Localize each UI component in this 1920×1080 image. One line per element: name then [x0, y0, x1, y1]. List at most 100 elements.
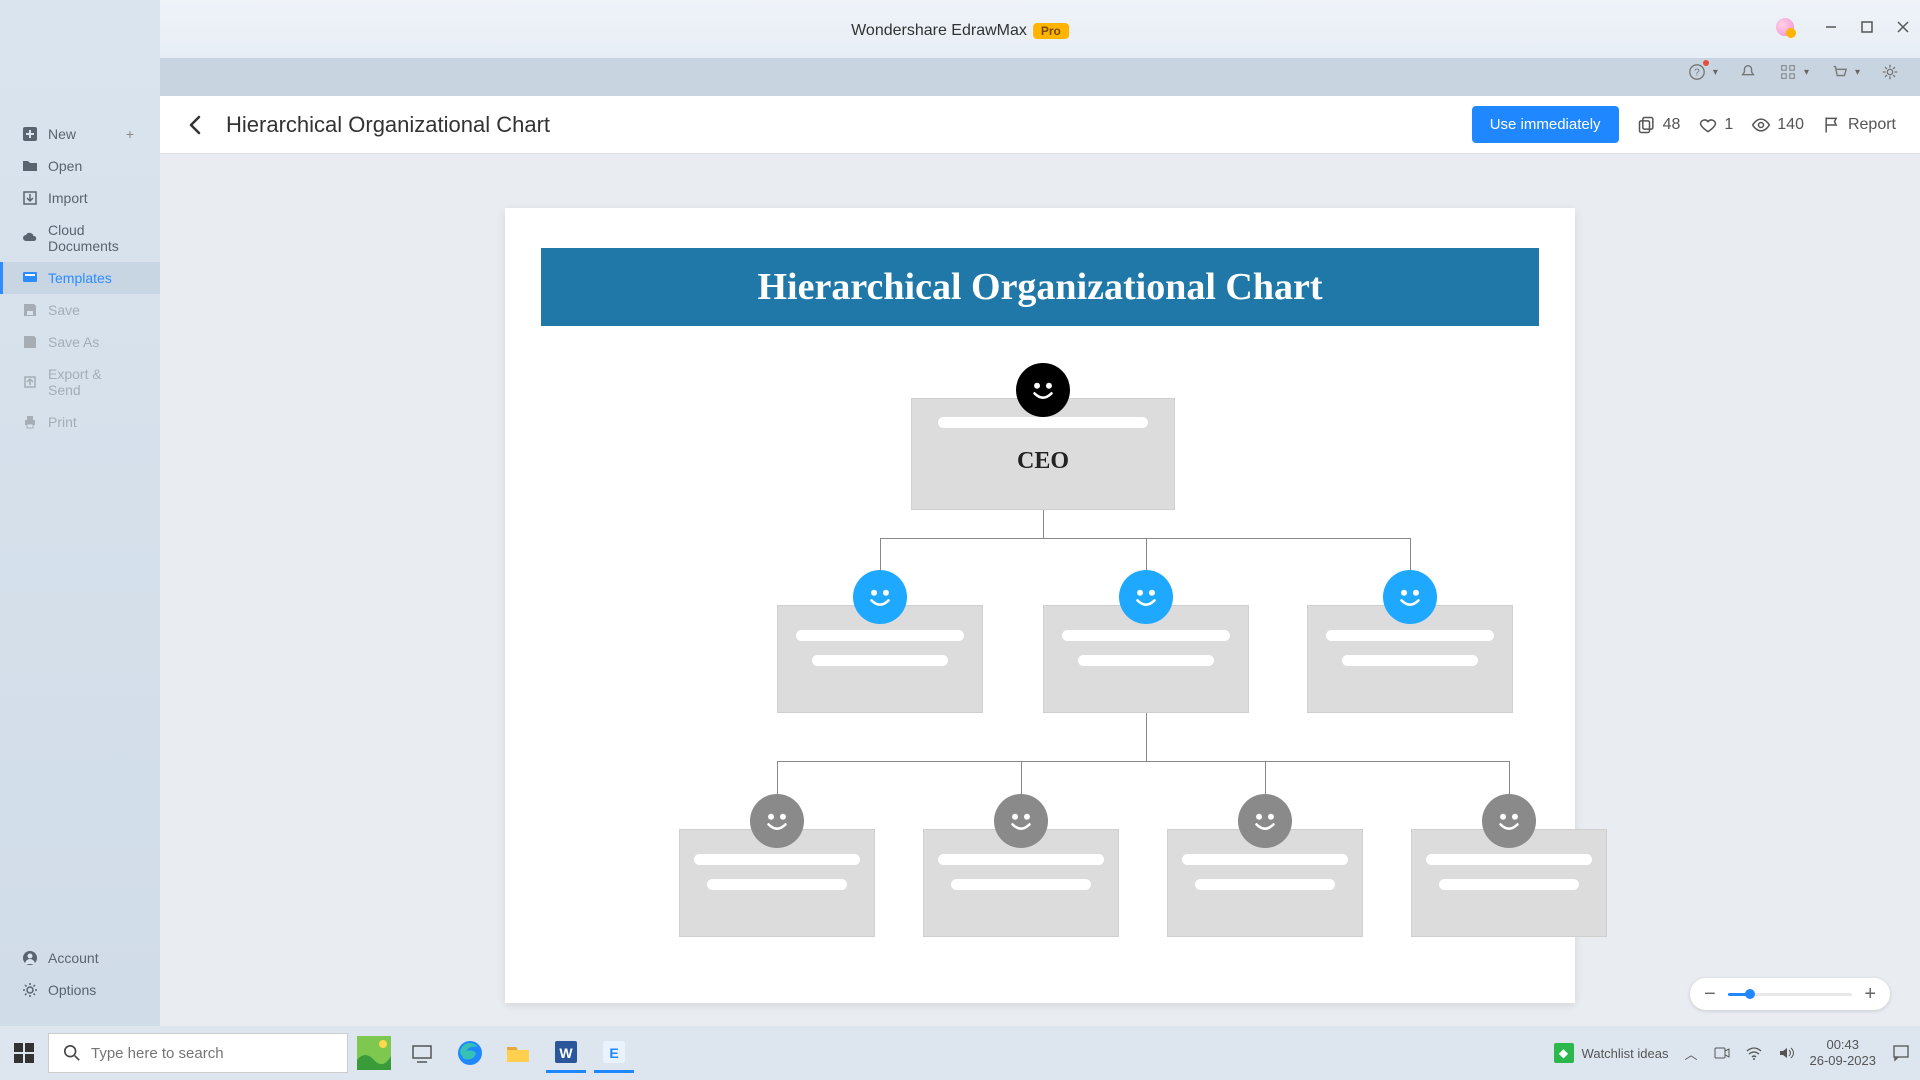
use-immediately-button[interactable]: Use immediately — [1472, 106, 1619, 143]
sidebar-item-options[interactable]: Options — [0, 974, 160, 1006]
sidebar-item-label: New — [48, 126, 116, 142]
svg-text:?: ? — [1694, 68, 1700, 79]
sidebar-item-label: Save — [48, 302, 138, 318]
org-node — [923, 829, 1119, 937]
help-icon[interactable]: ? — [1687, 62, 1707, 82]
chart-title: Hierarchical Organizational Chart — [758, 265, 1323, 309]
sidebar-item-label: Account — [48, 950, 138, 966]
chevron-down-icon[interactable]: ▾ — [1713, 67, 1718, 78]
placeholder-bar — [1078, 655, 1214, 666]
sidebar-item-save: Save — [0, 294, 160, 326]
meet-now-icon[interactable] — [1714, 1045, 1730, 1061]
placeholder-bar — [1062, 630, 1230, 641]
smile-icon — [1482, 794, 1536, 848]
notifications-icon[interactable] — [1892, 1044, 1910, 1062]
title-bar: Wondershare EdrawMax Pro — [0, 0, 1920, 58]
taskbar-search[interactable] — [48, 1033, 348, 1073]
chart-title-band: Hierarchical Organizational Chart — [541, 248, 1539, 326]
sidebar-item-label: Options — [48, 982, 138, 998]
zoom-control[interactable]: − + — [1690, 978, 1890, 1010]
placeholder-bar — [796, 630, 964, 641]
template-title: Hierarchical Organizational Chart — [226, 112, 1454, 138]
zoom-out-button[interactable]: − — [1704, 983, 1716, 1006]
org-node — [1167, 829, 1363, 937]
app-title: Wondershare EdrawMax Pro — [851, 22, 1069, 40]
content-area: Hierarchical Organizational Chart Use im… — [160, 96, 1920, 1026]
pro-badge: Pro — [1033, 23, 1069, 39]
sidebar-item-import[interactable]: Import — [0, 182, 160, 214]
taskbar-edge[interactable] — [450, 1033, 490, 1073]
connector-line — [1265, 761, 1266, 795]
taskbar-edrawmax[interactable]: E — [594, 1033, 634, 1073]
taskbar-explorer[interactable] — [498, 1033, 538, 1073]
zoom-slider[interactable] — [1728, 993, 1853, 996]
chevron-down-icon[interactable]: ▾ — [1804, 67, 1809, 78]
placeholder-bar — [1439, 879, 1579, 890]
clock-date: 26-09-2023 — [1810, 1053, 1877, 1069]
canvas[interactable]: Hierarchical Organizational Chart — [160, 154, 1920, 1026]
sidebar-item-export: Export & Send — [0, 358, 160, 406]
taskbar-landscape-app[interactable] — [354, 1033, 394, 1073]
sidebar-item-new[interactable]: New + — [0, 118, 160, 150]
connector-line — [1043, 510, 1044, 538]
plus-icon[interactable]: + — [126, 126, 134, 142]
cart-icon[interactable] — [1829, 62, 1849, 82]
clock[interactable]: 00:43 26-09-2023 — [1810, 1037, 1877, 1068]
sidebar-item-print: Print — [0, 406, 160, 438]
stat-value: 1 — [1724, 116, 1733, 134]
sidebar-item-label: Import — [48, 190, 138, 206]
volume-icon[interactable] — [1778, 1045, 1794, 1061]
wifi-icon[interactable] — [1746, 1045, 1762, 1061]
sidebar-item-label: Cloud Documents — [48, 222, 138, 254]
connector-line — [880, 538, 1410, 539]
close-button[interactable] — [1894, 18, 1912, 36]
watchlist-widget[interactable]: ◆ Watchlist ideas — [1554, 1043, 1669, 1063]
smile-icon — [1016, 363, 1070, 417]
tray-chevron-icon[interactable]: ︿ — [1684, 1044, 1697, 1063]
gear-icon[interactable] — [1880, 62, 1900, 82]
grid-icon[interactable] — [1778, 62, 1798, 82]
plus-square-icon — [22, 126, 38, 142]
org-node — [1411, 829, 1607, 937]
placeholder-bar — [938, 417, 1148, 428]
cloud-icon — [22, 230, 38, 246]
sidebar: New + Open Import Cloud Documents Templa… — [0, 0, 160, 1026]
bell-icon[interactable] — [1738, 62, 1758, 82]
org-node — [679, 829, 875, 937]
placeholder-bar — [1195, 879, 1335, 890]
org-node — [777, 605, 983, 713]
chevron-down-icon[interactable]: ▾ — [1855, 67, 1860, 78]
clock-time: 00:43 — [1810, 1037, 1877, 1053]
svg-text:E: E — [609, 1045, 618, 1061]
sidebar-item-label: Templates — [48, 270, 138, 286]
template-header: Hierarchical Organizational Chart Use im… — [160, 96, 1920, 154]
org-node-label: CEO — [912, 448, 1174, 475]
connector-line — [1410, 538, 1411, 570]
sidebar-item-open[interactable]: Open — [0, 150, 160, 182]
export-icon — [22, 374, 38, 390]
report-label: Report — [1848, 116, 1896, 134]
placeholder-bar — [812, 655, 948, 666]
taskbar-word[interactable]: W — [546, 1033, 586, 1073]
minimize-button[interactable] — [1822, 18, 1840, 36]
start-button[interactable] — [0, 1026, 48, 1080]
sidebar-item-label: Export & Send — [48, 366, 138, 398]
sidebar-item-templates[interactable]: Templates — [0, 262, 160, 294]
maximize-button[interactable] — [1858, 18, 1876, 36]
sidebar-item-cloud[interactable]: Cloud Documents — [0, 214, 160, 262]
back-chevron[interactable] — [184, 113, 208, 137]
zoom-in-button[interactable]: + — [1864, 983, 1876, 1006]
stat-value: 48 — [1663, 116, 1681, 134]
report-button[interactable]: Report — [1822, 115, 1896, 135]
task-view-button[interactable] — [402, 1033, 442, 1073]
placeholder-bar — [951, 879, 1091, 890]
avatar[interactable] — [1776, 18, 1794, 36]
org-node-ceo: CEO — [911, 398, 1175, 510]
placeholder-bar — [1326, 630, 1494, 641]
eye-icon — [1751, 115, 1771, 135]
stat-likes[interactable]: 1 — [1698, 115, 1733, 135]
watchlist-label: Watchlist ideas — [1582, 1046, 1669, 1061]
sidebar-item-account[interactable]: Account — [0, 942, 160, 974]
search-input[interactable] — [91, 1045, 333, 1062]
placeholder-bar — [1182, 854, 1348, 865]
